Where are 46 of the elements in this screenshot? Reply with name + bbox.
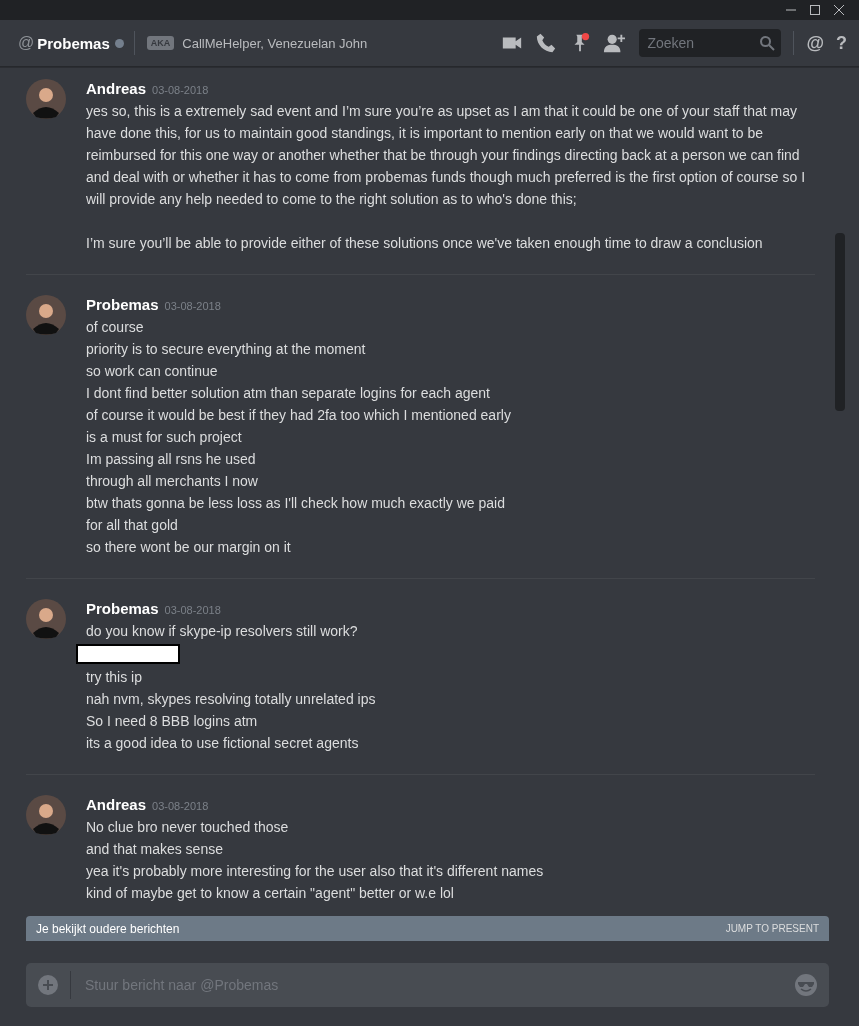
author-name[interactable]: Andreas [86, 795, 147, 815]
maximize-icon[interactable] [809, 4, 821, 16]
add-user-icon[interactable] [603, 32, 626, 54]
author-name[interactable]: Probemas [86, 599, 159, 619]
message-text: nah nvm, skypes resolving totally unrelated ips [86, 690, 377, 709]
message-text: btw thats gonna be less loss as I'll check how much exactly we paid [86, 494, 506, 513]
author-name[interactable]: Probemas [86, 295, 159, 315]
phone-icon[interactable] [535, 32, 558, 54]
message-text: so there wont be our margin on it [86, 538, 292, 557]
message-text: do you know if skype-ip resolvers still work? [86, 622, 359, 641]
message-text: for all that gold [86, 516, 179, 535]
timestamp: 03-08-2018 [164, 603, 221, 618]
message-text: try this ip [86, 668, 143, 687]
message-text: so work can continue [86, 362, 219, 381]
close-icon[interactable] [833, 4, 845, 16]
message-text: priority is to secure everything at the moment [86, 340, 367, 359]
message-text: is a must for such project [86, 428, 243, 447]
older-messages-text: Je bekijkt oudere berichten [36, 921, 180, 936]
search-icon [759, 35, 776, 51]
message-text: No clue bro never touched those [86, 818, 290, 837]
message-text: I’m sure you’ll be able to provide either of these solutions once we've taken enough time to draw a conclusion [86, 234, 764, 253]
at-sign: @ [18, 34, 35, 52]
message-text: of course [86, 318, 145, 337]
alias-names: CallMeHelper, Venezuelan John [182, 35, 368, 51]
search-box[interactable]: Zoeken [639, 29, 782, 57]
mentions-button[interactable]: @ [806, 32, 824, 54]
author-name[interactable]: Andreas [86, 79, 147, 99]
search-field[interactable]: Zoeken [645, 34, 760, 52]
timestamp: 03-08-2018 [152, 83, 209, 98]
timestamp: 03-08-2018 [152, 799, 209, 814]
channel-title: Probemas [37, 34, 110, 52]
aka-label: AKA [146, 36, 175, 50]
message-text: yes so, this is a extremely sad event and I’m sure you’re as upset as I am that it could be one of your staff that may have done this, for us to maintain good standings, it is important to mention early on that we would want to be reimbursed for this one way or another whether that be through your findings directing back at a person we can find and deal with or whether it has to come from probemas funds though much preferred is the first option of course so I will provide any help needed to come to the right solution as to who's done this; [86, 102, 807, 209]
message-text: I dont find better solution atm than separate logins for each agent [86, 384, 491, 403]
message-text: yea it's probably more interesting for the user also that it's different names [86, 862, 545, 881]
message-text: of course it would be best if they had 2fa too which I mentioned early [86, 406, 512, 425]
scrollbar-thumb[interactable] [835, 233, 845, 411]
timestamp: 03-08-2018 [164, 299, 221, 314]
message-text: kind of maybe get to know a certain "agent" better or w.e lol [86, 884, 455, 903]
message-text: Im passing all rsns he used [86, 450, 257, 469]
message-text: its a good idea to use fictional secret agents [86, 734, 360, 753]
message-text: through all merchants I now [86, 472, 259, 491]
message-text: and that makes sense [86, 840, 224, 859]
status-dot [114, 38, 124, 48]
message-text: So I need 8 BBB logins atm [86, 712, 259, 731]
help-button[interactable]: ? [836, 32, 847, 54]
